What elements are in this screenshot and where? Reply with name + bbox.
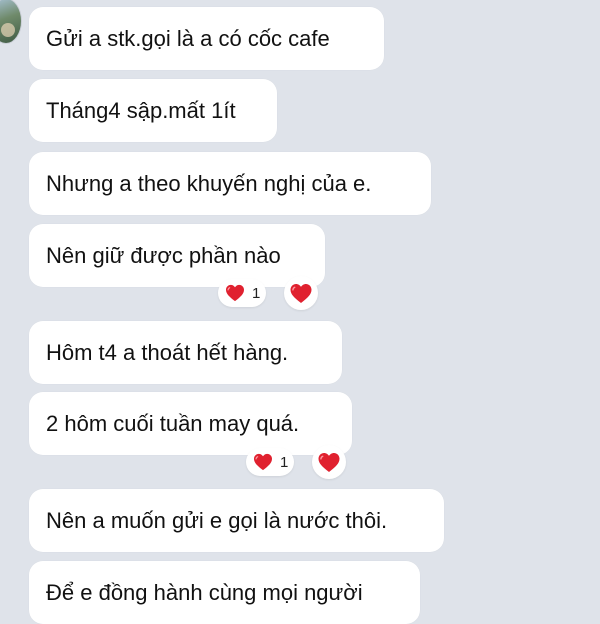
reaction-count-pill[interactable]: 1 <box>218 279 267 307</box>
message-text: Nên giữ được phần nào <box>46 242 281 268</box>
message-bubble[interactable]: Gửi a stk.gọi là a có cốc cafe <box>29 7 384 70</box>
message-text: Nên a muốn gửi e gọi là nước thôi. <box>46 507 388 533</box>
message-bubble[interactable]: Nên giữ được phần nào <box>29 224 325 287</box>
message-bubble[interactable]: Tháng4 sập.mất 1ít <box>29 79 277 142</box>
reaction-count: 1 <box>252 284 261 302</box>
add-reaction-button[interactable] <box>312 445 346 479</box>
message-text: Tháng4 sập.mất 1ít <box>46 97 236 123</box>
message-bubble[interactable]: Nên a muốn gửi e gọi là nước thôi. <box>29 489 444 552</box>
message-text: Nhưng a theo khuyến nghị của e. <box>46 170 372 196</box>
reaction-count: 1 <box>280 453 289 471</box>
message-text: Hôm t4 a thoát hết hàng. <box>46 339 289 365</box>
message-bubble[interactable]: Hôm t4 a thoát hết hàng. <box>29 321 342 384</box>
message-bubble[interactable]: Nhưng a theo khuyến nghị của e. <box>29 152 431 215</box>
message-bubble[interactable]: 2 hôm cuối tuần may quá. <box>29 392 352 455</box>
heart-icon <box>318 452 340 472</box>
heart-icon <box>254 453 272 471</box>
heart-icon <box>226 284 244 302</box>
message-text: Gửi a stk.gọi là a có cốc cafe <box>46 25 330 51</box>
message-text: Để e đồng hành cùng mọi người <box>46 579 363 605</box>
reaction-count-pill[interactable]: 1 <box>246 448 295 476</box>
sender-avatar[interactable] <box>0 0 22 44</box>
heart-icon <box>290 283 312 303</box>
add-reaction-button[interactable] <box>284 276 318 310</box>
message-bubble[interactable]: Để e đồng hành cùng mọi người <box>29 561 420 624</box>
message-text: 2 hôm cuối tuần may quá. <box>46 410 300 436</box>
